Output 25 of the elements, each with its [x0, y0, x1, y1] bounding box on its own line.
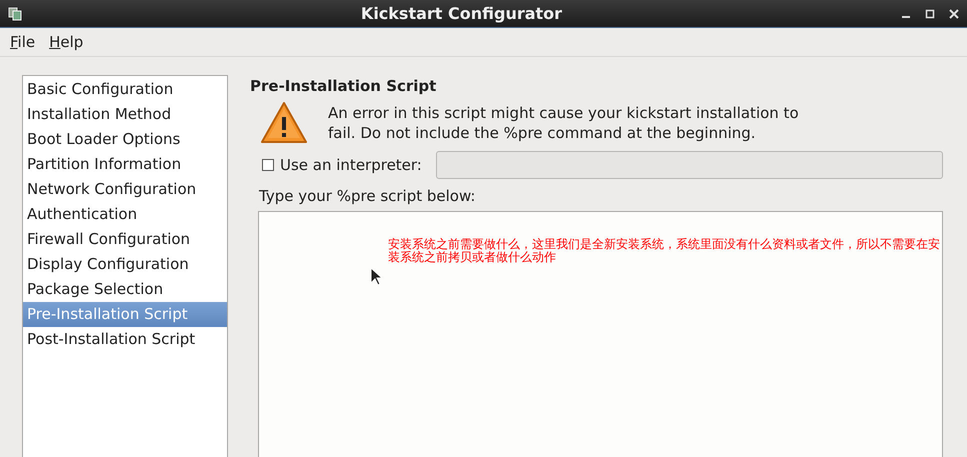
app-icon: [8, 6, 22, 20]
warning-icon: [260, 101, 308, 145]
menu-item[interactable]: Help: [49, 33, 84, 51]
list-item[interactable]: Firewall Configuration: [23, 227, 227, 252]
list-item[interactable]: Partition Information: [23, 152, 227, 177]
list-item[interactable]: Post-Installation Script: [23, 327, 227, 352]
section-heading: Pre-Installation Script: [250, 77, 438, 95]
list-item[interactable]: Basic Configuration: [23, 77, 227, 102]
script-editor[interactable]: 安装系统之前需要做什么，这里我们是全新安装系统，系统里面没有什么资料或者文件，所以不需要在安装系统之前拷贝或者做什么动作: [258, 211, 943, 457]
window-title: Kickstart Configurator: [360, 4, 564, 23]
list-item[interactable]: Display Configuration: [23, 252, 227, 277]
list-item[interactable]: Package Selection: [23, 277, 227, 302]
script-label: Type your %pre script below:: [259, 187, 476, 205]
list-item[interactable]: Authentication: [23, 202, 227, 227]
close-icon[interactable]: [949, 8, 959, 18]
list-item[interactable]: Installation Method: [23, 102, 227, 127]
list-item[interactable]: Boot Loader Options: [23, 127, 227, 152]
mouse-pointer-icon: [370, 267, 382, 286]
interpreter-checkbox[interactable]: Use an interpreter:: [262, 156, 422, 174]
annotation-text: 安装系统之前需要做什么，这里我们是全新安装系统，系统里面没有什么资料或者文件，所以不需要在安装系统之前拷贝或者做什么动作: [388, 238, 941, 264]
list-item[interactable]: Network Configuration: [23, 177, 227, 202]
interpreter-field[interactable]: [436, 151, 943, 179]
warning-text: An error in this script might cause your kickstart installation to fail. Do not include the %pre command at the beginning.: [328, 103, 800, 143]
maximize-icon[interactable]: [925, 8, 935, 18]
menu-item[interactable]: File: [10, 33, 36, 51]
